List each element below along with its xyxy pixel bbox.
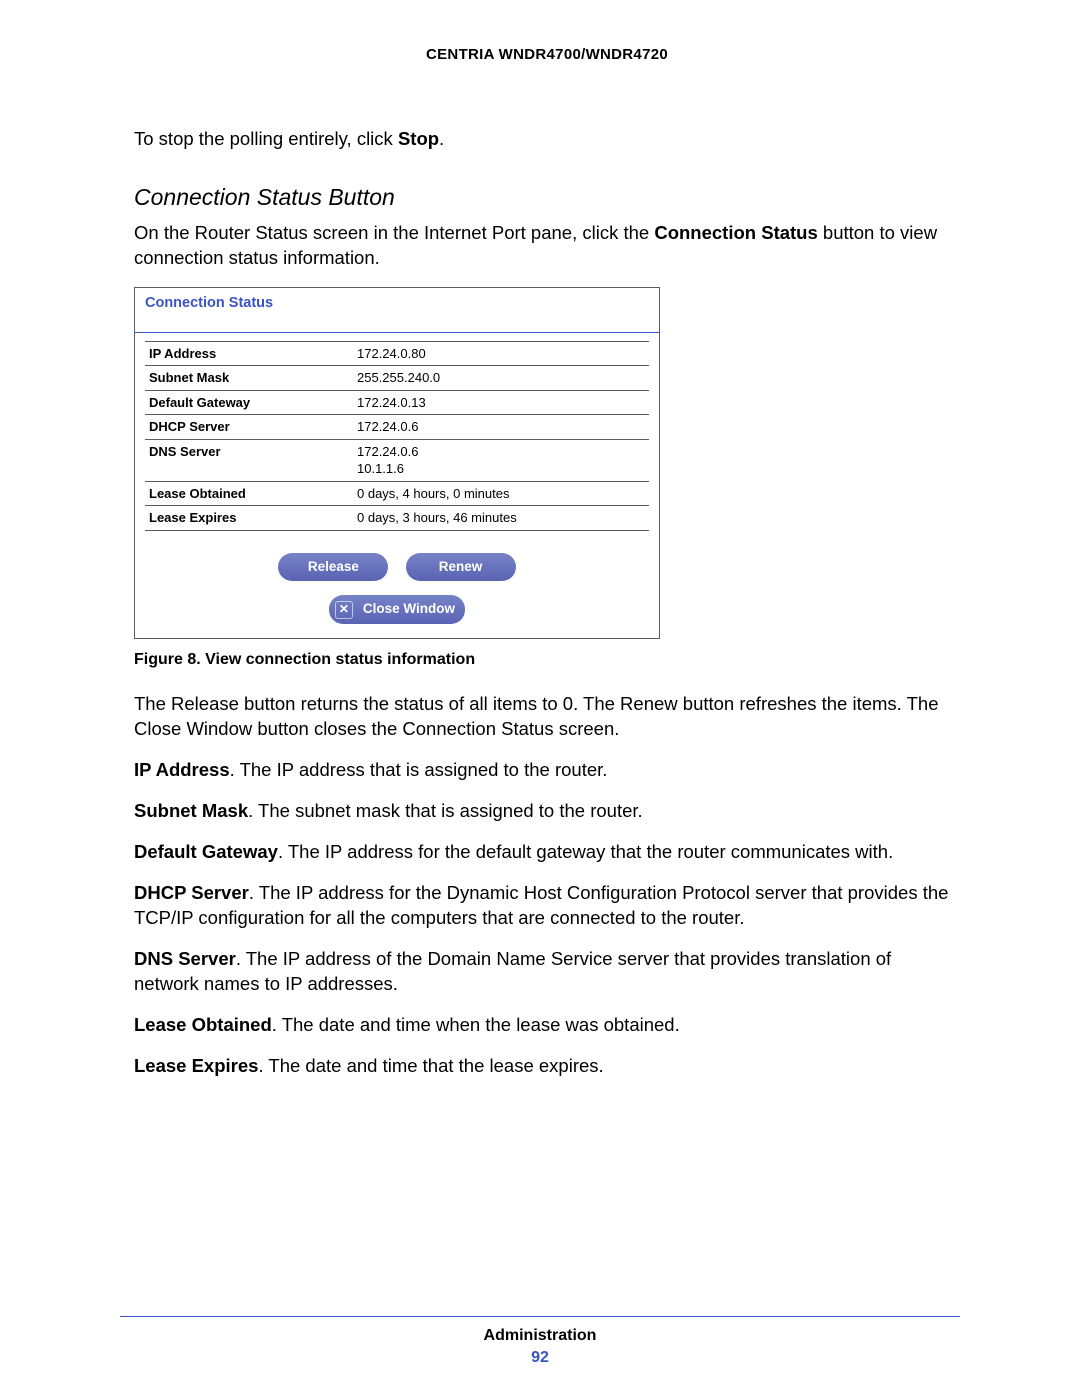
row-value: 0 days, 3 hours, 46 minutes bbox=[353, 506, 649, 531]
footer-section: Administration bbox=[0, 1327, 1080, 1345]
term-text: . The date and time when the lease was o… bbox=[272, 1014, 680, 1035]
row-label: DHCP Server bbox=[145, 415, 353, 440]
row-value: 255.255.240.0 bbox=[353, 366, 649, 391]
term-text: . The IP address of the Domain Name Serv… bbox=[134, 948, 891, 994]
row-value: 172.24.0.13 bbox=[353, 390, 649, 415]
table-row: Default Gateway 172.24.0.13 bbox=[145, 390, 649, 415]
connection-status-keyword: Connection Status bbox=[654, 222, 817, 243]
table-row: DHCP Server 172.24.0.6 bbox=[145, 415, 649, 440]
definition-subnet-mask: Subnet Mask. The subnet mask that is ass… bbox=[134, 799, 960, 824]
text: . bbox=[439, 128, 444, 149]
connection-status-figure: Connection Status IP Address 172.24.0.80… bbox=[134, 287, 660, 639]
definition-dhcp-server: DHCP Server. The IP address for the Dyna… bbox=[134, 881, 960, 931]
term: Subnet Mask bbox=[134, 800, 248, 821]
term-text: . The date and time that the lease expir… bbox=[258, 1055, 603, 1076]
definition-ip-address: IP Address. The IP address that is assig… bbox=[134, 758, 960, 783]
term: Lease Expires bbox=[134, 1055, 258, 1076]
row-label: IP Address bbox=[145, 341, 353, 366]
table-row: Lease Expires 0 days, 3 hours, 46 minute… bbox=[145, 506, 649, 531]
term-text: . The IP address for the Dynamic Host Co… bbox=[134, 882, 948, 928]
stop-keyword: Stop bbox=[398, 128, 439, 149]
connection-status-table: IP Address 172.24.0.80 Subnet Mask 255.2… bbox=[145, 341, 649, 531]
table-row: Subnet Mask 255.255.240.0 bbox=[145, 366, 649, 391]
term: IP Address bbox=[134, 759, 230, 780]
term: DNS Server bbox=[134, 948, 236, 969]
term-text: . The subnet mask that is assigned to th… bbox=[248, 800, 643, 821]
text: On the Router Status screen in the Inter… bbox=[134, 222, 654, 243]
table-row: IP Address 172.24.0.80 bbox=[145, 341, 649, 366]
renew-button[interactable]: Renew bbox=[406, 553, 516, 581]
term-text: . The IP address that is assigned to the… bbox=[230, 759, 608, 780]
intro-paragraph: On the Router Status screen in the Inter… bbox=[134, 221, 960, 271]
row-label: Lease Expires bbox=[145, 506, 353, 531]
footer-page-number: 92 bbox=[0, 1349, 1080, 1367]
section-heading: Connection Status Button bbox=[134, 182, 960, 213]
definition-lease-expires: Lease Expires. The date and time that th… bbox=[134, 1054, 960, 1079]
row-value: 0 days, 4 hours, 0 minutes bbox=[353, 481, 649, 506]
close-window-button[interactable]: ✕ Close Window bbox=[329, 595, 465, 623]
release-button[interactable]: Release bbox=[278, 553, 388, 581]
table-row: Lease Obtained 0 days, 4 hours, 0 minute… bbox=[145, 481, 649, 506]
stop-instruction: To stop the polling entirely, click Stop… bbox=[134, 127, 960, 152]
close-icon: ✕ bbox=[335, 601, 353, 619]
term: DHCP Server bbox=[134, 882, 249, 903]
row-value: 172.24.0.6 bbox=[353, 415, 649, 440]
explanation-paragraph: The Release button returns the status of… bbox=[134, 692, 960, 742]
row-label: Lease Obtained bbox=[145, 481, 353, 506]
document-header: CENTRIA WNDR4700/WNDR4720 bbox=[134, 46, 960, 63]
row-label: DNS Server bbox=[145, 439, 353, 481]
text: To stop the polling entirely, click bbox=[134, 128, 398, 149]
figure-title: Connection Status bbox=[145, 294, 649, 314]
definition-default-gateway: Default Gateway. The IP address for the … bbox=[134, 840, 960, 865]
row-label: Default Gateway bbox=[145, 390, 353, 415]
definition-lease-obtained: Lease Obtained. The date and time when t… bbox=[134, 1013, 960, 1038]
term-text: . The IP address for the default gateway… bbox=[278, 841, 893, 862]
term: Lease Obtained bbox=[134, 1014, 272, 1035]
row-label: Subnet Mask bbox=[145, 366, 353, 391]
table-row: DNS Server 172.24.0.6 10.1.1.6 bbox=[145, 439, 649, 481]
figure-caption: Figure 8. View connection status informa… bbox=[134, 649, 960, 671]
row-value: 172.24.0.6 10.1.1.6 bbox=[353, 439, 649, 481]
divider bbox=[135, 332, 659, 333]
footer-rule bbox=[120, 1316, 960, 1317]
row-value: 172.24.0.80 bbox=[353, 341, 649, 366]
term: Default Gateway bbox=[134, 841, 278, 862]
definition-dns-server: DNS Server. The IP address of the Domain… bbox=[134, 947, 960, 997]
close-label: Close Window bbox=[363, 601, 455, 616]
